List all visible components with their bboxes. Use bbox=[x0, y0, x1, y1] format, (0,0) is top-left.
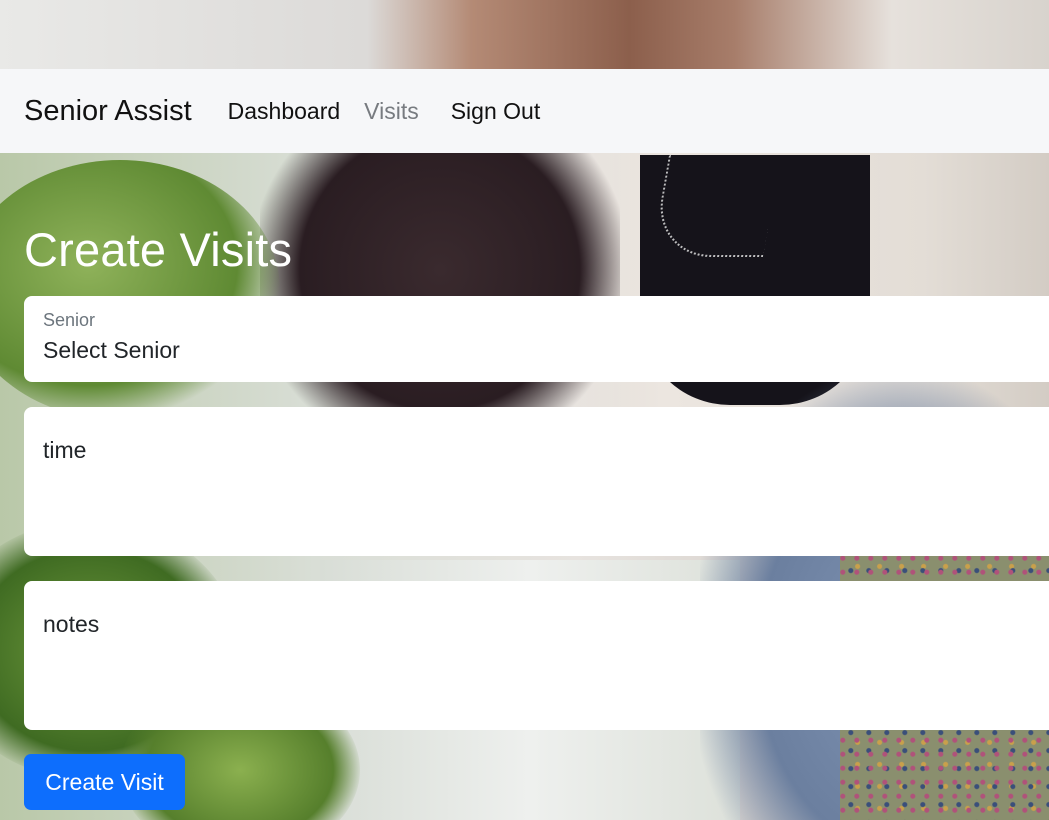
time-textarea-placeholder: time bbox=[43, 437, 87, 463]
nav-link-sign-out[interactable]: Sign Out bbox=[451, 98, 541, 125]
notes-textarea-placeholder: notes bbox=[43, 611, 100, 637]
page: Senior Assist Dashboard Visits Sign Out … bbox=[0, 0, 1049, 820]
navbar: Senior Assist Dashboard Visits Sign Out bbox=[0, 69, 1049, 153]
senior-select-value[interactable]: Select Senior bbox=[43, 337, 180, 364]
nav-link-visits[interactable]: Visits bbox=[364, 98, 419, 125]
senior-select-label: Senior bbox=[43, 310, 96, 330]
page-title: Create Visits bbox=[24, 223, 293, 276]
brand-link[interactable]: Senior Assist bbox=[24, 95, 192, 128]
senior-select[interactable]: Senior Select Senior bbox=[24, 296, 1049, 382]
create-visit-button[interactable]: Create Visit bbox=[24, 754, 185, 810]
nav-link-dashboard[interactable]: Dashboard bbox=[228, 98, 341, 125]
notes-textarea[interactable]: notes bbox=[24, 581, 1049, 730]
time-textarea[interactable]: time bbox=[24, 407, 1049, 556]
